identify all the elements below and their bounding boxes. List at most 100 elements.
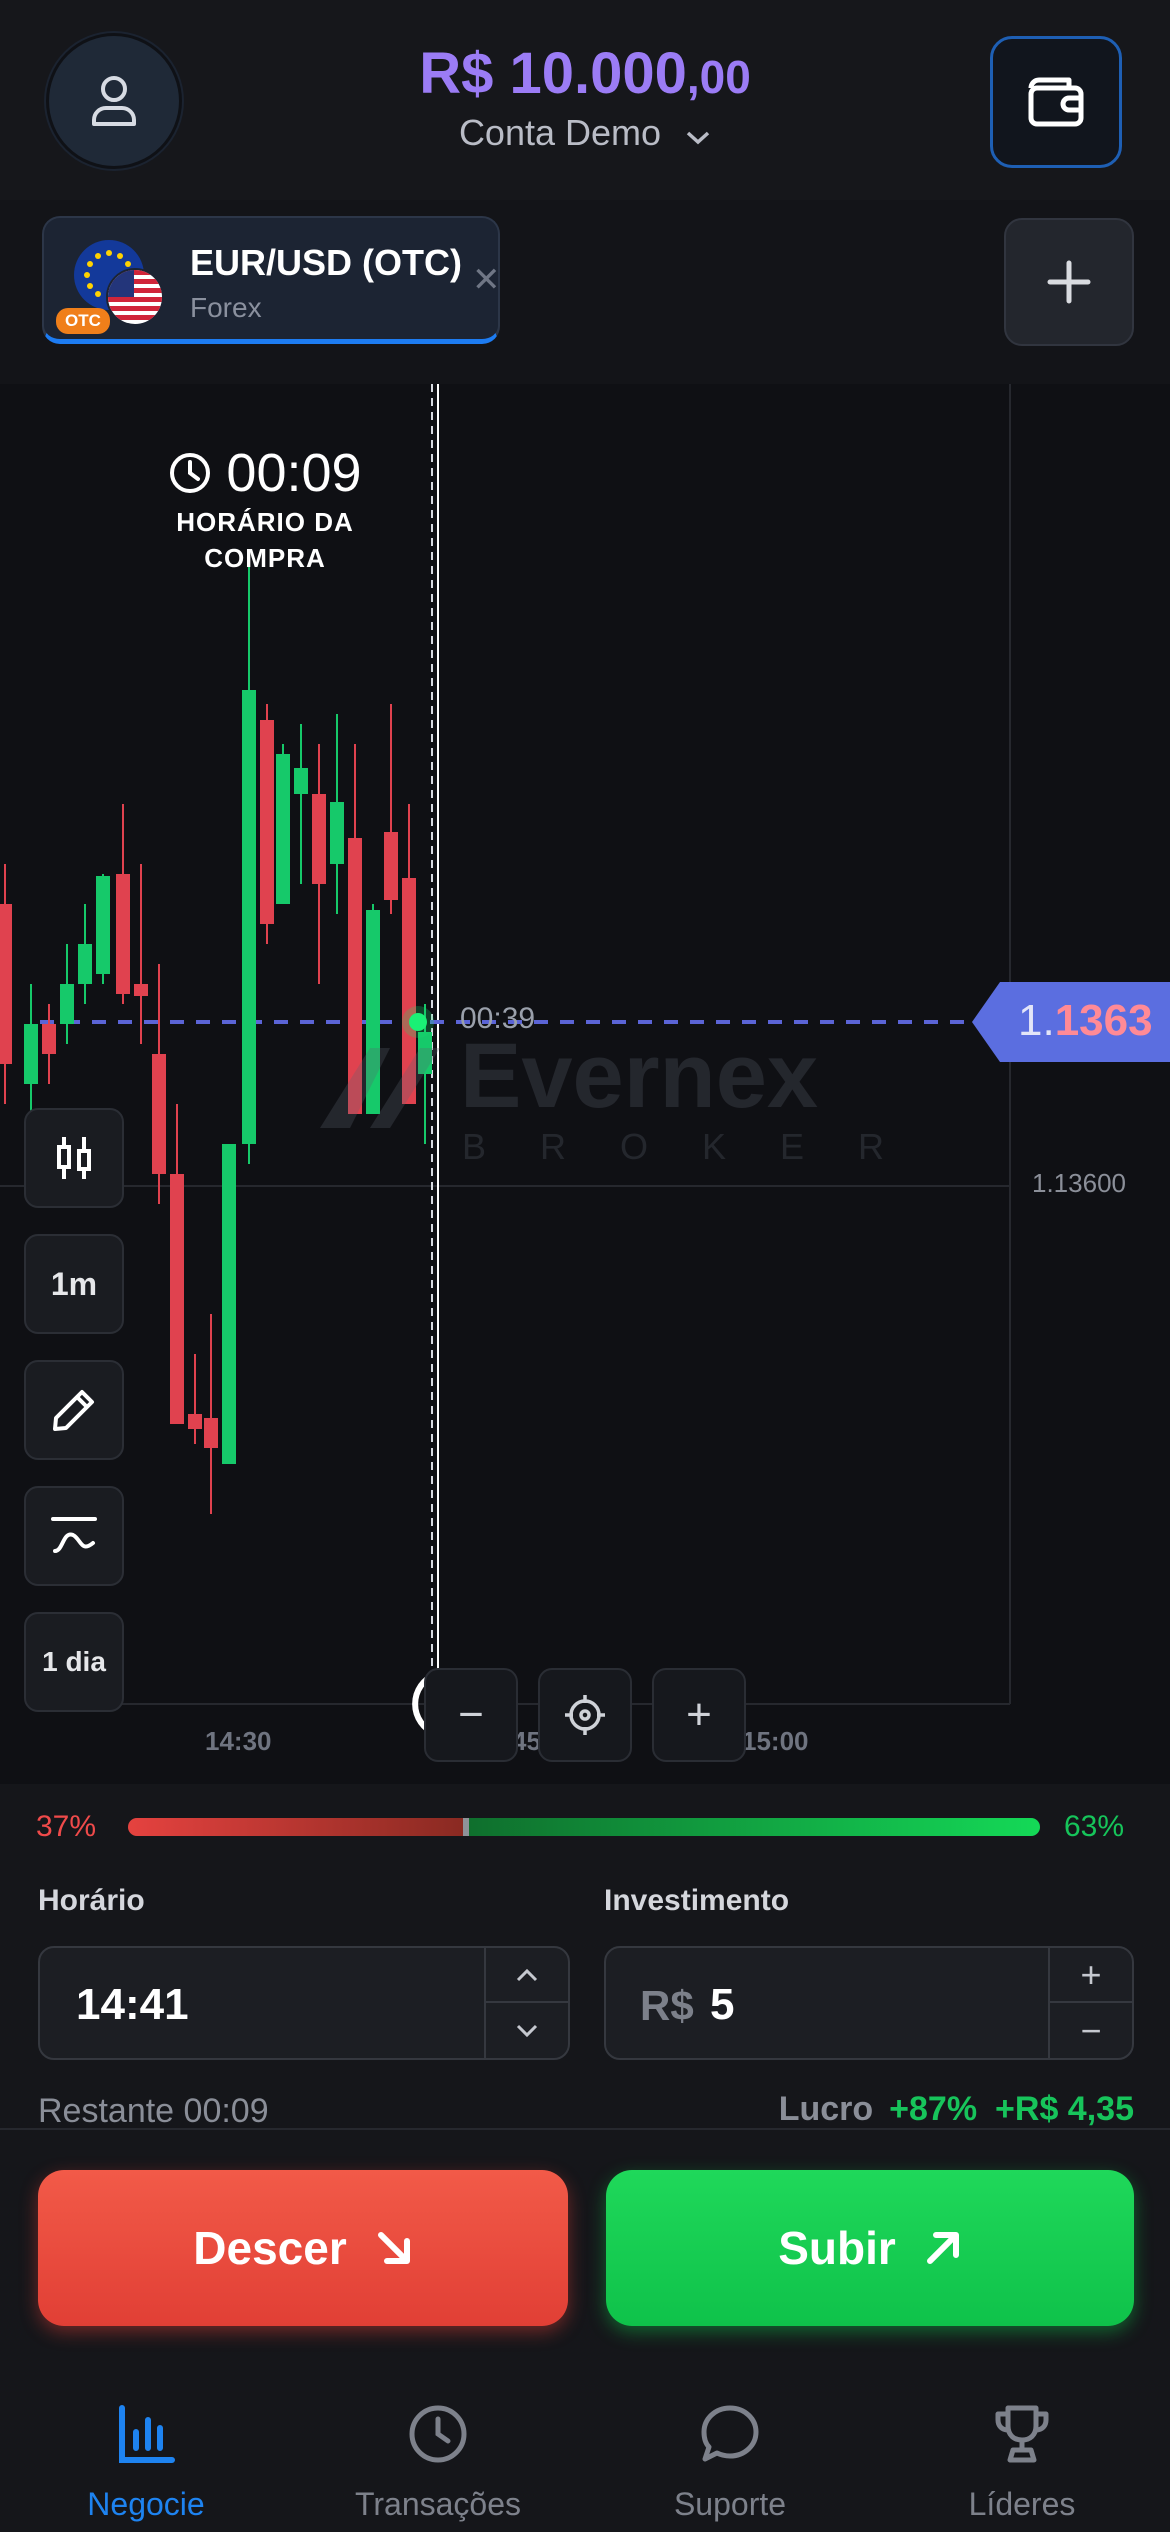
drawing-tool-button[interactable] [24, 1360, 124, 1460]
price-prefix: 1. [1018, 996, 1055, 1045]
timeframe-button[interactable]: 1m [24, 1234, 124, 1334]
time-field-label: Horário [38, 1884, 145, 1917]
price-axis-label: 1.13600 [1032, 1168, 1126, 1198]
candle-countdown: 00:39 [460, 1002, 536, 1035]
nav-label: Negocie [87, 2486, 205, 2522]
candle-body [384, 832, 398, 900]
trade-controls: Horário 14:41 Investimento R$ 5 + − Rest… [0, 1874, 1170, 2354]
minus-icon: − [458, 1690, 484, 1739]
sentiment-up-percent: 63% [1064, 1810, 1125, 1843]
broker-logo-icon [320, 1048, 440, 1128]
profit-percent: +87% [889, 2090, 978, 2128]
plus-icon: + [1080, 1953, 1102, 1995]
candle-body [242, 690, 256, 1144]
down-button-label: Descer [193, 2222, 347, 2274]
broker-watermark: Evernex BROKER [310, 1024, 890, 1174]
profit-info: Lucro +87% +R$ 4,35 [779, 2090, 1134, 2129]
candle-body [222, 1144, 236, 1464]
remaining-time: Restante 00:09 [38, 2092, 269, 2130]
time-range-button[interactable]: 1 dia [24, 1612, 124, 1712]
profit-amount: +R$ 4,35 [995, 2090, 1134, 2128]
wallet-icon [1028, 77, 1084, 127]
profit-label: Lucro [778, 2090, 874, 2128]
otc-badge: OTC [56, 308, 110, 334]
time-field[interactable]: 14:41 [38, 1946, 570, 2060]
asset-tab-eurusd[interactable]: OTC EUR/USD (OTC) Forex ✕ [42, 216, 501, 344]
buy-up-button[interactable]: Subir [606, 2170, 1134, 2326]
sentiment-down-percent: 37% [36, 1810, 97, 1843]
trader-sentiment: 37% 63% [0, 1784, 1170, 1874]
current-price-tag: 1.1363 [972, 980, 1170, 1064]
divider [0, 2128, 1170, 2130]
currency-prefix: R$ [640, 1982, 694, 2029]
minus-icon: − [1080, 2009, 1102, 2051]
time-decrease-button[interactable] [486, 2003, 568, 2058]
crosshair-icon [565, 1695, 605, 1735]
nav-label: Suporte [673, 2486, 787, 2522]
candle-body [0, 904, 12, 1064]
candle-body [134, 984, 148, 996]
candle-body [78, 944, 92, 984]
wallet-button[interactable] [990, 36, 1122, 168]
watermark-subtitle: BROKER [462, 1126, 939, 1167]
candle-body [116, 874, 130, 994]
time-axis-label: 15:00 [742, 1726, 809, 1756]
nav-item-transactions[interactable]: Transações [308, 2398, 568, 2523]
candle-body [60, 984, 74, 1024]
arrow-down-right-icon [377, 2232, 410, 2264]
zoom-in-button[interactable]: + [652, 1668, 746, 1762]
candle-body [330, 802, 344, 864]
candle-body [188, 1414, 202, 1429]
candle-body [24, 1024, 38, 1084]
sentiment-up-fill [469, 1818, 1040, 1836]
us-flag-icon [106, 268, 164, 326]
sell-down-button[interactable]: Descer [38, 2170, 568, 2326]
zoom-out-button[interactable]: − [424, 1668, 518, 1762]
asset-name: EUR/USD (OTC) [190, 242, 462, 283]
nav-item-support[interactable]: Suporte [600, 2398, 860, 2523]
price-chart[interactable]: 00:09 HORÁRIO DA COMPRA Evernex BROKER 0… [0, 384, 1170, 1784]
time-increase-button[interactable] [486, 1948, 568, 2003]
close-icon[interactable]: ✕ [472, 260, 501, 300]
nav-label: Líderes [968, 2486, 1076, 2522]
chat-bubble-icon [701, 2405, 759, 2462]
nav-label: Transações [355, 2486, 521, 2522]
indicators-button[interactable] [24, 1486, 124, 1586]
candle-body [96, 876, 110, 974]
chart-type-button[interactable] [24, 1108, 124, 1208]
purchase-timer: 00:09 HORÁRIO DA COMPRA [150, 442, 380, 576]
watermark-title: Evernex [460, 1025, 819, 1127]
trophy-icon [995, 2405, 1049, 2463]
candle-body [260, 720, 274, 924]
investment-field[interactable]: R$ 5 + − [604, 1946, 1134, 2060]
center-chart-button[interactable] [538, 1668, 632, 1762]
up-button-label: Subir [778, 2222, 896, 2274]
chevron-down-icon [685, 114, 711, 156]
candle-body [152, 1054, 166, 1174]
nav-item-leaders[interactable]: Líderes [892, 2398, 1152, 2523]
nav-item-trade[interactable]: Negocie [16, 2398, 276, 2523]
purchase-timer-value: 00:09 [226, 443, 362, 503]
add-asset-button[interactable] [1004, 218, 1134, 346]
asset-type: Forex [190, 292, 262, 323]
investment-increase-button[interactable]: + [1050, 1948, 1132, 2003]
arrow-up-right-icon [926, 2232, 959, 2264]
time-value: 14:41 [76, 1980, 189, 2029]
investment-value[interactable]: 5 [710, 1980, 734, 2030]
sentiment-down-fill [128, 1818, 463, 1836]
chevron-down-icon [516, 2024, 538, 2037]
sentiment-bar [128, 1818, 1040, 1836]
pencil-icon [53, 1390, 94, 1431]
bar-chart-icon [119, 2405, 175, 2463]
investment-decrease-button[interactable]: − [1050, 2003, 1132, 2058]
candle-body [312, 794, 326, 884]
purchase-timer-label: HORÁRIO DA [176, 507, 354, 537]
clock-icon [170, 453, 211, 493]
candle-body [42, 1024, 56, 1054]
chevron-up-icon [516, 1968, 538, 1981]
investment-field-label: Investimento [604, 1884, 790, 1917]
candle-body [294, 768, 308, 794]
price-highlight: 1363 [1054, 996, 1153, 1045]
investment-stepper: + − [1048, 1948, 1132, 2058]
plus-icon: + [686, 1690, 712, 1739]
